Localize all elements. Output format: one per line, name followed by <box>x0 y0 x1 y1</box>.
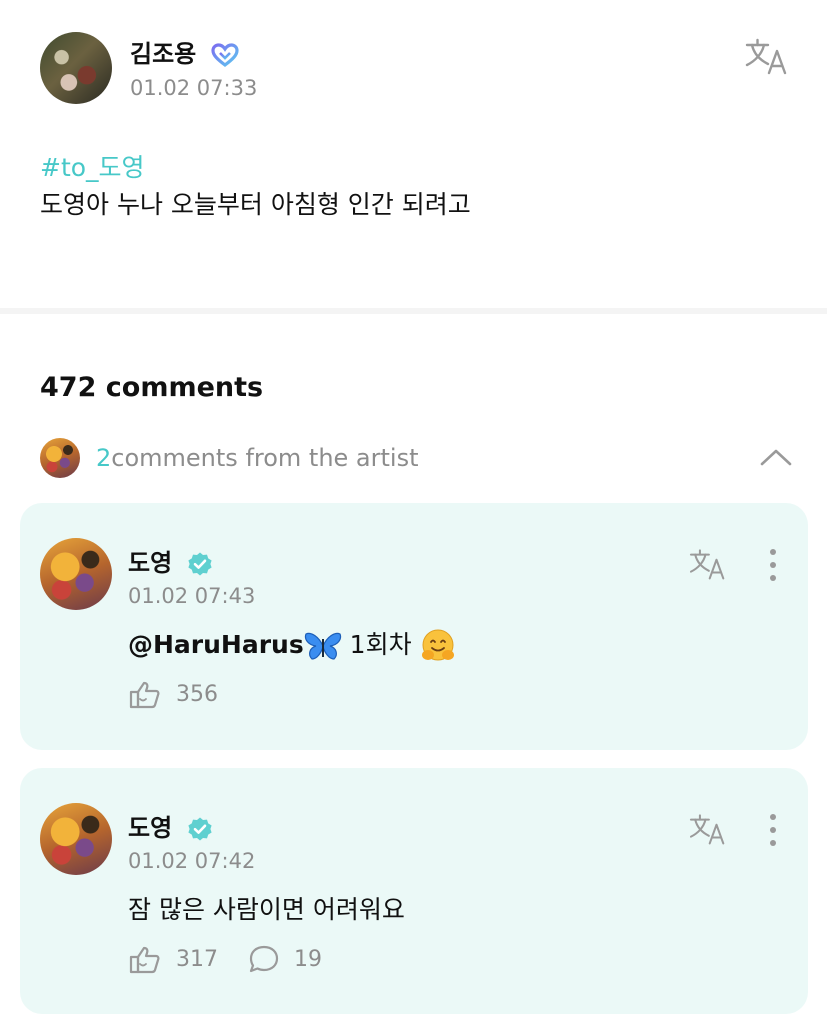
like-button[interactable]: 356 <box>128 679 218 709</box>
user-mention[interactable]: @HaruHarus <box>128 630 304 659</box>
author-avatar[interactable] <box>40 32 112 104</box>
verified-icon <box>187 817 212 841</box>
like-icon <box>129 681 160 709</box>
comment-bubble-icon <box>249 945 279 973</box>
section-divider <box>0 308 827 314</box>
reply-button[interactable]: 19 <box>248 944 322 974</box>
chevron-up-icon[interactable] <box>758 444 794 472</box>
comment-body-text: 1회차 <box>341 630 420 659</box>
commenter-name[interactable]: 도영 <box>128 543 213 578</box>
more-options-icon[interactable] <box>764 547 782 583</box>
verified-icon <box>187 552 212 576</box>
commenter-name[interactable]: 도영 <box>128 808 213 843</box>
artist-comment-card: 도영 01.02 07:42 잠 많은 사람이면 어려워요 317 19 <box>20 768 808 1014</box>
comment-text: 잠 많은 사람이면 어려워요 <box>128 895 405 924</box>
translate-icon[interactable] <box>688 812 728 846</box>
like-button[interactable]: 317 <box>128 944 218 974</box>
heart-badge-icon <box>211 43 239 67</box>
commenter-avatar[interactable] <box>40 538 112 610</box>
comments-count: 472 comments <box>40 372 264 403</box>
artist-comments-text: comments from the artist <box>111 444 419 472</box>
like-count: 356 <box>176 681 218 707</box>
post-timestamp: 01.02 07:33 <box>130 76 258 100</box>
reply-count: 19 <box>294 946 322 972</box>
comment-actions: 356 <box>128 679 248 709</box>
comment-actions: 317 19 <box>128 944 352 974</box>
artist-comments-toggle[interactable]: 2comments from the artist <box>40 436 800 482</box>
comment-timestamp: 01.02 07:43 <box>128 584 256 608</box>
butterfly-icon <box>304 632 341 660</box>
artist-avatar <box>40 438 80 478</box>
commenter-name-text: 도영 <box>128 549 173 577</box>
translate-icon[interactable] <box>688 547 728 581</box>
like-count: 317 <box>176 946 218 972</box>
translate-icon[interactable] <box>744 36 790 76</box>
artist-comments-label: 2comments from the artist <box>96 444 419 472</box>
hugging-face-icon <box>421 629 454 661</box>
post-body-text: 도영아 누나 오늘부터 아침형 인간 되려고 <box>40 190 471 219</box>
like-icon <box>129 946 160 974</box>
author-name[interactable]: 김조용 <box>130 34 239 69</box>
artist-comments-count: 2 <box>96 444 112 472</box>
post-hashtag[interactable]: #to_도영 <box>40 148 145 184</box>
commenter-name-text: 도영 <box>128 814 173 842</box>
artist-comment-card: 도영 01.02 07:43 @HaruHarus 1회차 356 <box>20 503 808 750</box>
post-header: 김조용 01.02 07:33 <box>40 30 800 106</box>
more-options-icon[interactable] <box>764 812 782 848</box>
commenter-avatar[interactable] <box>40 803 112 875</box>
comment-timestamp: 01.02 07:42 <box>128 849 256 873</box>
comment-text: @HaruHarus 1회차 <box>128 625 456 664</box>
author-name-text: 김조용 <box>130 40 197 68</box>
